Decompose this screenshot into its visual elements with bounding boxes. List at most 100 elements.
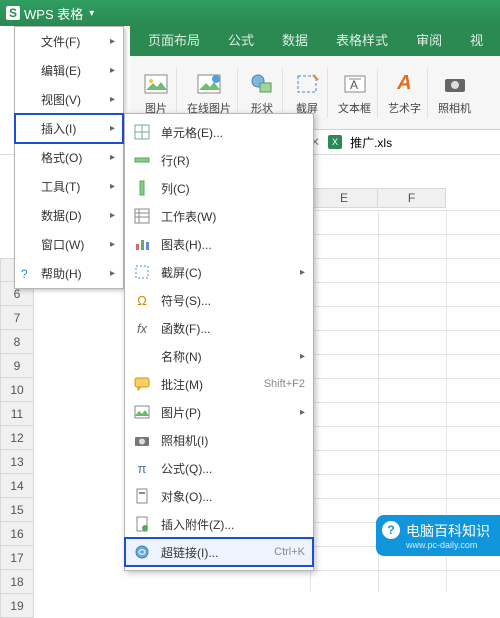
column-header[interactable]: E	[310, 188, 378, 208]
row-header[interactable]: 15	[0, 498, 34, 522]
document-tabs: ✕ X 推广.xls	[310, 130, 392, 154]
chevron-right-icon: ▸	[300, 267, 305, 278]
ribbon-textbox[interactable]: A 文本框	[332, 68, 378, 118]
app-title: WPS 表格	[24, 4, 83, 23]
column-icon	[133, 179, 151, 197]
row-header[interactable]: 16	[0, 522, 34, 546]
badge-url: www.pc-daily.com	[406, 540, 490, 550]
svg-text:A: A	[350, 78, 358, 92]
textbox-icon: A	[341, 70, 369, 98]
submenu-symbol[interactable]: Ω符号(S)...	[125, 286, 313, 314]
row-header[interactable]: 12	[0, 426, 34, 450]
tab-formula[interactable]: 公式	[214, 26, 268, 56]
chevron-right-icon: ▸	[110, 65, 115, 76]
menu-window[interactable]: 窗口(W)▸	[15, 230, 123, 259]
row-header[interactable]: 18	[0, 570, 34, 594]
chevron-right-icon: ▸	[300, 407, 305, 418]
row-header[interactable]: 14	[0, 474, 34, 498]
submenu-object[interactable]: 对象(O)...	[125, 482, 313, 510]
column-headers: E F	[310, 188, 446, 208]
submenu-picture[interactable]: 图片(P)▸	[125, 398, 313, 426]
hyperlink-icon	[133, 543, 151, 561]
title-dropdown-icon[interactable]: ▾	[89, 8, 94, 19]
ribbon-tabs: 页面布局 公式 数据 表格样式 审阅 视	[130, 26, 500, 56]
screenshot-icon	[293, 70, 321, 98]
row-header[interactable]: 10	[0, 378, 34, 402]
submenu-screenshot[interactable]: 截屏(C)▸	[125, 258, 313, 286]
title-bar: S WPS 表格 ▾	[0, 0, 500, 26]
tab-review[interactable]: 审阅	[402, 26, 456, 56]
fx-icon: fx	[133, 319, 151, 337]
picture-icon	[142, 70, 170, 98]
row-header[interactable]: 8	[0, 330, 34, 354]
row-header[interactable]: 13	[0, 450, 34, 474]
equation-icon: π	[133, 459, 151, 477]
ribbon-online-picture[interactable]: 在线图片	[181, 68, 238, 118]
ribbon-artfont[interactable]: A 艺术字	[382, 68, 428, 118]
menu-tools[interactable]: 工具(T)▸	[15, 172, 123, 201]
worksheet-icon	[133, 207, 151, 225]
menu-format[interactable]: 格式(O)▸	[15, 143, 123, 172]
name-icon	[133, 347, 151, 365]
ribbon-picture[interactable]: 图片	[136, 68, 177, 118]
ribbon-screenshot[interactable]: 截屏	[287, 68, 328, 118]
chevron-right-icon: ▸	[110, 94, 115, 105]
tab-page-layout[interactable]: 页面布局	[134, 26, 214, 56]
chevron-right-icon: ▸	[110, 152, 115, 163]
row-header[interactable]: 11	[0, 402, 34, 426]
main-menu: 文件(F)▸ 编辑(E)▸ 视图(V)▸ 插入(I)▸ 格式(O)▸ 工具(T)…	[14, 26, 124, 289]
watermark-badge: ? 电脑百科知识 www.pc-daily.com	[376, 515, 500, 556]
row-header[interactable]: 9	[0, 354, 34, 378]
menu-help[interactable]: ?帮助(H)▸	[15, 259, 123, 288]
cells-icon	[133, 123, 151, 141]
menu-data[interactable]: 数据(D)▸	[15, 201, 123, 230]
xls-file-icon: X	[328, 135, 342, 149]
submenu-column[interactable]: 列(C)	[125, 174, 313, 202]
camera-icon	[133, 431, 151, 449]
submenu-equation[interactable]: π公式(Q)...	[125, 454, 313, 482]
submenu-function[interactable]: fx函数(F)...	[125, 314, 313, 342]
attachment-icon	[133, 515, 151, 533]
chart-icon	[133, 235, 151, 253]
menu-file[interactable]: 文件(F)▸	[15, 27, 123, 56]
column-header[interactable]: F	[378, 188, 446, 208]
document-filename[interactable]: 推广.xls	[350, 134, 392, 151]
badge-icon: ?	[382, 521, 400, 539]
submenu-chart[interactable]: 图表(H)...	[125, 230, 313, 258]
chevron-right-icon: ▸	[300, 351, 305, 362]
menu-edit[interactable]: 编辑(E)▸	[15, 56, 123, 85]
menu-insert[interactable]: 插入(I)▸	[15, 114, 123, 143]
submenu-comment[interactable]: 批注(M)Shift+F2	[125, 370, 313, 398]
object-icon	[133, 487, 151, 505]
submenu-name[interactable]: 名称(N)▸	[125, 342, 313, 370]
chevron-right-icon: ▸	[110, 239, 115, 250]
symbol-icon: Ω	[133, 291, 151, 309]
row-header[interactable]: 7	[0, 306, 34, 330]
row-icon	[133, 151, 151, 169]
comment-icon	[133, 375, 151, 393]
row-header[interactable]: 19	[0, 594, 34, 618]
picture-icon	[133, 403, 151, 421]
artfont-icon: A	[391, 70, 419, 98]
row-header[interactable]: 17	[0, 546, 34, 570]
ribbon-camera[interactable]: 照相机	[432, 68, 477, 118]
tab-view-partial[interactable]: 视	[456, 26, 497, 56]
chevron-right-icon: ▸	[110, 36, 115, 47]
submenu-hyperlink[interactable]: 超链接(I)...Ctrl+K	[125, 538, 313, 566]
submenu-worksheet[interactable]: 工作表(W)	[125, 202, 313, 230]
submenu-cells[interactable]: 单元格(E)...	[125, 118, 313, 146]
online-picture-icon	[195, 70, 223, 98]
ribbon-shapes[interactable]: 形状	[242, 68, 283, 118]
camera-icon	[441, 70, 469, 98]
submenu-camera[interactable]: 照相机(I)	[125, 426, 313, 454]
tab-data[interactable]: 数据	[268, 26, 322, 56]
submenu-attachment[interactable]: 插入附件(Z)...	[125, 510, 313, 538]
help-icon: ?	[21, 267, 28, 281]
tab-table-style[interactable]: 表格样式	[322, 26, 402, 56]
insert-submenu: 单元格(E)... 行(R) 列(C) 工作表(W) 图表(H)... 截屏(C…	[124, 113, 314, 571]
row-headers: 5 6 7 8 9 10 11 12 13 14 15 16 17 18 19	[0, 258, 34, 618]
chevron-right-icon: ▸	[110, 268, 115, 279]
menu-view[interactable]: 视图(V)▸	[15, 85, 123, 114]
screenshot-icon	[133, 263, 151, 281]
submenu-row[interactable]: 行(R)	[125, 146, 313, 174]
